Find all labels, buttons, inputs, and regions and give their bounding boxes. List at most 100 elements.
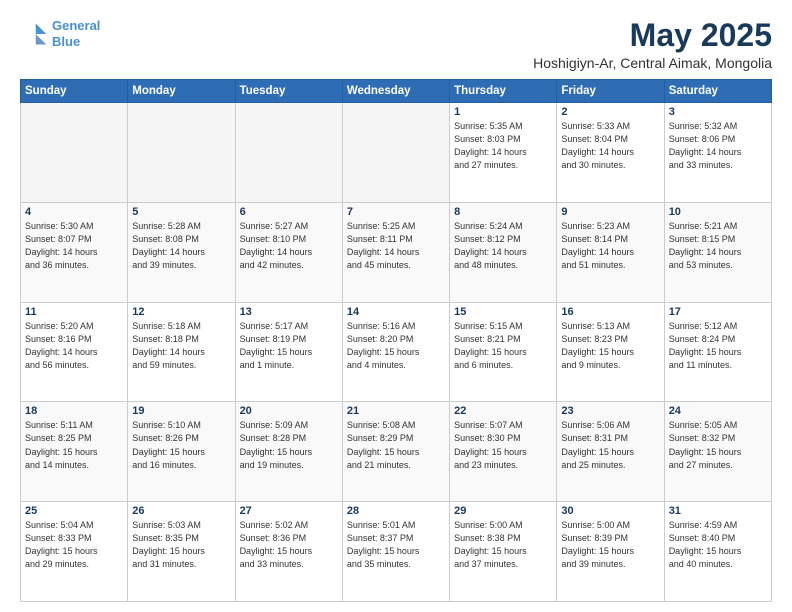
logo-text: General Blue [52,18,100,49]
day-number: 6 [240,206,338,218]
calendar-cell: 22 Sunrise: 5:07 AM Sunset: 8:30 PM Dayli… [450,402,557,502]
logo-icon [20,20,48,48]
calendar-cell: 15 Sunrise: 5:15 AM Sunset: 8:21 PM Dayli… [450,302,557,402]
weekday-header-saturday: Saturday [664,80,771,103]
day-info: Sunrise: 5:16 AM Sunset: 8:20 PM Dayligh… [347,320,445,372]
day-number: 5 [132,206,230,218]
day-info: Sunrise: 5:03 AM Sunset: 8:35 PM Dayligh… [132,519,230,571]
calendar-week-1: 1Sunrise: 5:35 AM Sunset: 8:03 PM Daylig… [21,103,772,203]
day-info: Sunrise: 5:15 AM Sunset: 8:21 PM Dayligh… [454,320,552,372]
weekday-header-wednesday: Wednesday [342,80,449,103]
calendar-cell: 14 Sunrise: 5:16 AM Sunset: 8:20 PM Dayli… [342,302,449,402]
calendar-cell: 9 Sunrise: 5:23 AM Sunset: 8:14 PM Daylig… [557,202,664,302]
calendar-cell [128,103,235,203]
day-info: Sunrise: 5:32 AM Sunset: 8:06 PM Dayligh… [669,120,767,172]
day-info: Sunrise: 5:30 AM Sunset: 8:07 PM Dayligh… [25,220,123,272]
day-number: 14 [347,306,445,318]
calendar-header-row: SundayMondayTuesdayWednesdayThursdayFrid… [21,80,772,103]
day-number: 28 [347,505,445,517]
calendar-cell: 25 Sunrise: 5:04 AM Sunset: 8:33 PM Dayli… [21,502,128,602]
day-number: 18 [25,405,123,417]
day-number: 16 [561,306,659,318]
day-info: Sunrise: 5:06 AM Sunset: 8:31 PM Dayligh… [561,419,659,471]
day-info: Sunrise: 5:33 AM Sunset: 8:04 PM Dayligh… [561,120,659,172]
day-info: Sunrise: 5:01 AM Sunset: 8:37 PM Dayligh… [347,519,445,571]
day-info: Sunrise: 5:07 AM Sunset: 8:30 PM Dayligh… [454,419,552,471]
weekday-header-monday: Monday [128,80,235,103]
calendar-cell: 11 Sunrise: 5:20 AM Sunset: 8:16 PM Dayli… [21,302,128,402]
day-info: Sunrise: 5:20 AM Sunset: 8:16 PM Dayligh… [25,320,123,372]
calendar-cell: 5Sunrise: 5:28 AM Sunset: 8:08 PM Daylig… [128,202,235,302]
calendar-week-3: 11 Sunrise: 5:20 AM Sunset: 8:16 PM Dayli… [21,302,772,402]
calendar-cell: 31Sunrise: 4:59 AM Sunset: 8:40 PM Dayli… [664,502,771,602]
calendar-cell: 19 Sunrise: 5:10 AM Sunset: 8:26 PM Dayli… [128,402,235,502]
calendar-table: SundayMondayTuesdayWednesdayThursdayFrid… [20,79,772,602]
day-number: 22 [454,405,552,417]
day-number: 11 [25,306,123,318]
day-number: 3 [669,106,767,118]
day-number: 25 [25,505,123,517]
day-number: 10 [669,206,767,218]
calendar-cell: 8Sunrise: 5:24 AM Sunset: 8:12 PM Daylig… [450,202,557,302]
day-info: Sunrise: 5:05 AM Sunset: 8:32 PM Dayligh… [669,419,767,471]
calendar-cell: 26Sunrise: 5:03 AM Sunset: 8:35 PM Dayli… [128,502,235,602]
day-number: 13 [240,306,338,318]
day-info: Sunrise: 5:21 AM Sunset: 8:15 PM Dayligh… [669,220,767,272]
calendar-cell: 17Sunrise: 5:12 AM Sunset: 8:24 PM Dayli… [664,302,771,402]
day-number: 29 [454,505,552,517]
day-number: 19 [132,405,230,417]
day-info: Sunrise: 5:18 AM Sunset: 8:18 PM Dayligh… [132,320,230,372]
day-info: Sunrise: 5:23 AM Sunset: 8:14 PM Dayligh… [561,220,659,272]
location-title: Hoshigiyn-Ar, Central Aimak, Mongolia [533,55,772,71]
day-info: Sunrise: 5:11 AM Sunset: 8:25 PM Dayligh… [25,419,123,471]
calendar-cell: 24Sunrise: 5:05 AM Sunset: 8:32 PM Dayli… [664,402,771,502]
calendar-cell [21,103,128,203]
day-number: 9 [561,206,659,218]
calendar-week-4: 18 Sunrise: 5:11 AM Sunset: 8:25 PM Dayli… [21,402,772,502]
weekday-header-thursday: Thursday [450,80,557,103]
calendar-cell: 10 Sunrise: 5:21 AM Sunset: 8:15 PM Dayli… [664,202,771,302]
calendar-cell: 18 Sunrise: 5:11 AM Sunset: 8:25 PM Dayli… [21,402,128,502]
calendar-cell: 20 Sunrise: 5:09 AM Sunset: 8:28 PM Dayli… [235,402,342,502]
calendar-cell: 28 Sunrise: 5:01 AM Sunset: 8:37 PM Dayli… [342,502,449,602]
logo-line2: Blue [52,34,80,49]
day-info: Sunrise: 5:10 AM Sunset: 8:26 PM Dayligh… [132,419,230,471]
day-info: Sunrise: 5:24 AM Sunset: 8:12 PM Dayligh… [454,220,552,272]
month-title: May 2025 [533,18,772,53]
title-block: May 2025 Hoshigiyn-Ar, Central Aimak, Mo… [533,18,772,71]
calendar-cell: 13 Sunrise: 5:17 AM Sunset: 8:19 PM Dayli… [235,302,342,402]
day-info: Sunrise: 5:13 AM Sunset: 8:23 PM Dayligh… [561,320,659,372]
day-info: Sunrise: 5:00 AM Sunset: 8:38 PM Dayligh… [454,519,552,571]
day-info: Sunrise: 5:00 AM Sunset: 8:39 PM Dayligh… [561,519,659,571]
calendar-cell: 3 Sunrise: 5:32 AM Sunset: 8:06 PM Daylig… [664,103,771,203]
day-info: Sunrise: 5:27 AM Sunset: 8:10 PM Dayligh… [240,220,338,272]
calendar-cell: 7Sunrise: 5:25 AM Sunset: 8:11 PM Daylig… [342,202,449,302]
day-info: Sunrise: 5:09 AM Sunset: 8:28 PM Dayligh… [240,419,338,471]
day-number: 12 [132,306,230,318]
day-info: Sunrise: 5:02 AM Sunset: 8:36 PM Dayligh… [240,519,338,571]
day-info: Sunrise: 5:25 AM Sunset: 8:11 PM Dayligh… [347,220,445,272]
logo-line1: General [52,18,100,33]
calendar-cell: 30 Sunrise: 5:00 AM Sunset: 8:39 PM Dayli… [557,502,664,602]
day-info: Sunrise: 5:17 AM Sunset: 8:19 PM Dayligh… [240,320,338,372]
calendar-cell: 12 Sunrise: 5:18 AM Sunset: 8:18 PM Dayli… [128,302,235,402]
day-number: 31 [669,505,767,517]
page: General Blue May 2025 Hoshigiyn-Ar, Cent… [0,0,792,612]
weekday-header-sunday: Sunday [21,80,128,103]
day-number: 1 [454,106,552,118]
calendar-cell: 2 Sunrise: 5:33 AM Sunset: 8:04 PM Daylig… [557,103,664,203]
day-info: Sunrise: 5:12 AM Sunset: 8:24 PM Dayligh… [669,320,767,372]
day-number: 30 [561,505,659,517]
day-number: 20 [240,405,338,417]
calendar-cell [342,103,449,203]
day-number: 4 [25,206,123,218]
calendar-week-5: 25 Sunrise: 5:04 AM Sunset: 8:33 PM Dayli… [21,502,772,602]
calendar-cell: 27Sunrise: 5:02 AM Sunset: 8:36 PM Dayli… [235,502,342,602]
day-number: 15 [454,306,552,318]
day-info: Sunrise: 5:04 AM Sunset: 8:33 PM Dayligh… [25,519,123,571]
header: General Blue May 2025 Hoshigiyn-Ar, Cent… [20,18,772,71]
calendar-cell: 6 Sunrise: 5:27 AM Sunset: 8:10 PM Daylig… [235,202,342,302]
day-info: Sunrise: 5:08 AM Sunset: 8:29 PM Dayligh… [347,419,445,471]
day-number: 2 [561,106,659,118]
weekday-header-friday: Friday [557,80,664,103]
